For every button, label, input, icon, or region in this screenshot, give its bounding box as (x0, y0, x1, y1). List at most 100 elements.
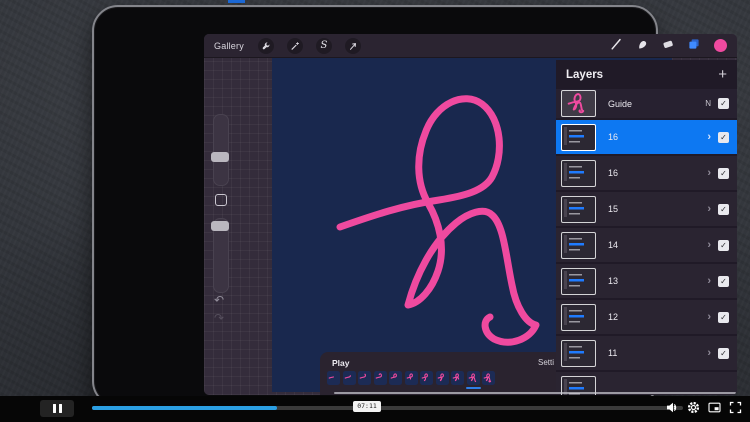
layer-thumbnail[interactable] (561, 340, 596, 367)
layer-visibility-checkbox[interactable]: ✓ (718, 168, 729, 179)
layer-visibility-checkbox[interactable]: ✓ (718, 132, 729, 143)
wrench-icon[interactable] (258, 38, 274, 54)
timeline-scrollbar[interactable] (334, 392, 736, 394)
layer-thumbnail[interactable] (561, 268, 596, 295)
animation-frame-6[interactable] (405, 371, 418, 385)
layer-thumbnail[interactable] (561, 196, 596, 223)
layer-row-12[interactable]: 12›✓ (556, 300, 737, 334)
selection-icon[interactable]: S (316, 38, 332, 54)
color-swatch[interactable] (714, 39, 727, 52)
animation-frame-11[interactable] (482, 371, 495, 385)
animation-frame-9[interactable] (451, 371, 464, 385)
animation-frame-8[interactable] (436, 371, 449, 385)
top-edge-sliver (228, 0, 245, 3)
animation-frame-4[interactable] (374, 371, 387, 385)
player-icons (666, 401, 742, 414)
layer-row-controls: ›✓ (707, 240, 729, 251)
layer-thumbnail[interactable] (561, 124, 596, 151)
layer-visibility-checkbox[interactable]: ✓ (718, 240, 729, 251)
time-tooltip: 07:11 (353, 401, 381, 412)
layer-row-11[interactable]: 11 › ✓ (556, 336, 737, 370)
eraser-icon[interactable] (662, 37, 674, 55)
layer-visibility-checkbox[interactable]: ✓ (718, 348, 729, 359)
add-layer-button[interactable]: + (718, 67, 727, 82)
layers-panel-header: Layers + (556, 60, 737, 89)
layer-thumbnail[interactable] (561, 232, 596, 259)
brush-icon[interactable] (610, 37, 622, 55)
transform-icon[interactable] (345, 38, 361, 54)
opacity-handle[interactable] (211, 221, 229, 231)
top-toolbar: Gallery S (204, 34, 737, 58)
layer-name: Guide (608, 99, 632, 109)
video-frame: Gallery S (0, 0, 750, 422)
right-tools (610, 37, 727, 55)
pause-button[interactable] (40, 400, 74, 417)
layer-visibility-checkbox[interactable]: ✓ (718, 276, 729, 287)
layer-row-controls: N✓ (705, 98, 729, 109)
layer-row-controls: ›✓ (707, 168, 729, 179)
layers-icon[interactable] (688, 37, 700, 55)
layers-title: Layers (566, 69, 603, 81)
layer-row-controls: ›✓ (707, 276, 729, 287)
undo-icon[interactable]: ↶ (214, 294, 224, 306)
modify-button[interactable] (215, 194, 227, 206)
layer-row-controls: ›✓ (707, 132, 729, 143)
blend-mode-badge[interactable]: N (705, 99, 711, 108)
layer-row-16[interactable]: 16 ›✓ (556, 156, 737, 190)
layer-name: 14 (608, 240, 618, 250)
layer-row-15[interactable]: 15›✓ (556, 192, 737, 226)
animation-frames (327, 371, 495, 385)
layer-visibility-checkbox[interactable]: ✓ (718, 98, 729, 109)
chevron-right-icon: › (707, 204, 711, 215)
animation-frame-5[interactable] (389, 371, 402, 385)
smudge-icon[interactable] (636, 37, 648, 55)
video-progress-bar[interactable]: 07:11 (92, 406, 683, 410)
redo-icon[interactable]: ↷ (214, 312, 224, 324)
settings-icon[interactable] (687, 401, 700, 414)
ipad-device: Gallery S (92, 5, 658, 407)
layer-thumbnail[interactable] (561, 160, 596, 187)
layer-thumbnail[interactable] (561, 90, 596, 117)
gallery-button[interactable]: Gallery (214, 41, 244, 51)
layer-name: 16 (608, 132, 618, 142)
play-button[interactable]: Play (332, 358, 350, 368)
layer-row-controls: ›✓ (707, 204, 729, 215)
layer-name: 15 (608, 204, 618, 214)
chevron-right-icon: › (707, 132, 711, 143)
procreate-screen: Gallery S (204, 34, 737, 395)
chevron-right-icon: › (707, 348, 711, 359)
magic-wand-icon[interactable] (287, 38, 303, 54)
layers-panel: Layers + GuideN✓16›✓16›✓15›✓14›✓13›✓12›✓… (556, 60, 737, 395)
layer-row-controls: ›✓ (707, 312, 729, 323)
left-tools: S (258, 38, 361, 54)
layer-name: 12 (608, 312, 618, 322)
layer-name: 11 (608, 348, 617, 358)
layer-visibility-checkbox[interactable]: ✓ (718, 312, 729, 323)
brush-size-handle[interactable] (211, 152, 229, 162)
layer-row-Guide[interactable]: GuideN✓ (556, 89, 737, 118)
layer-visibility-checkbox[interactable]: ✓ (718, 204, 729, 215)
chevron-right-icon: › (707, 312, 711, 323)
animation-frame-3[interactable] (358, 371, 371, 385)
layer-thumbnail[interactable] (561, 304, 596, 331)
animation-frame-1[interactable] (327, 371, 340, 385)
layer-name: 16 (608, 168, 618, 178)
brush-size-slider[interactable] (213, 114, 229, 186)
layers-list: GuideN✓16›✓16›✓15›✓14›✓13›✓12›✓11›✓ (556, 89, 737, 395)
animation-timeline: Play Setti (320, 352, 557, 395)
miniplayer-icon[interactable] (708, 401, 721, 414)
animation-frame-7[interactable] (420, 371, 433, 385)
animation-frame-2[interactable] (343, 371, 356, 385)
animation-settings-button[interactable]: Setti (538, 358, 554, 367)
video-control-bar: 07:11 (0, 396, 750, 422)
volume-icon[interactable] (666, 401, 679, 414)
chevron-right-icon: › (707, 240, 711, 251)
fullscreen-icon[interactable] (729, 401, 742, 414)
animation-frame-10[interactable] (467, 371, 480, 385)
layer-row-13[interactable]: 13›✓ (556, 264, 737, 298)
layer-name: 13 (608, 276, 618, 286)
layer-row-14[interactable]: 14›✓ (556, 228, 737, 262)
video-progress-fill (92, 406, 277, 410)
layer-row-16[interactable]: 16›✓ (556, 120, 737, 154)
chevron-right-icon: › (707, 276, 711, 287)
